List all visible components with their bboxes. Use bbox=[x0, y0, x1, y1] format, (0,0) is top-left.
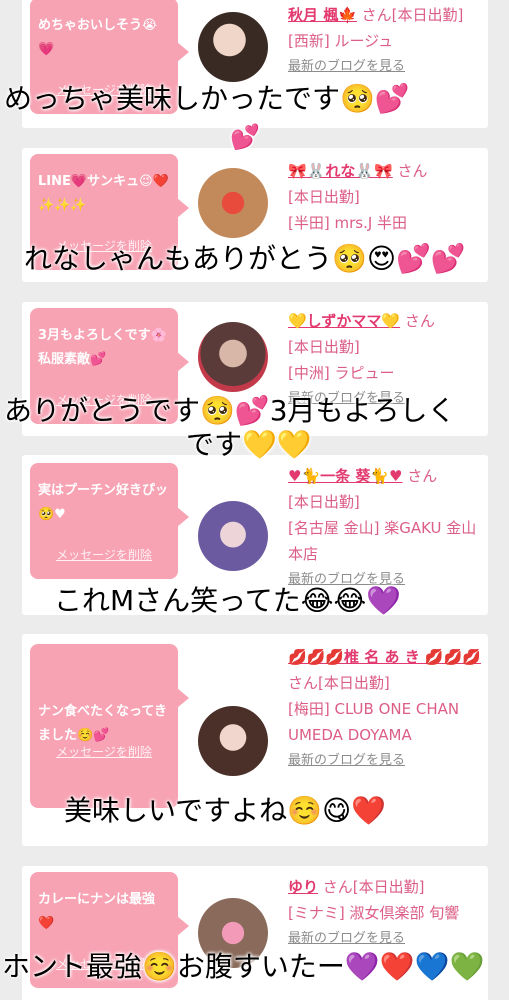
cast-status: さん bbox=[402, 467, 438, 485]
cast-name-link[interactable]: 秋月 楓🍁 bbox=[288, 6, 357, 24]
message-text: LINE💗サンキュ😉❤️✨✨✨ bbox=[38, 174, 169, 213]
blog-link[interactable]: 最新のブログを見る bbox=[288, 54, 484, 80]
avatar[interactable] bbox=[198, 501, 268, 571]
cast-status: さん[本日出勤] bbox=[318, 878, 425, 896]
avatar[interactable] bbox=[198, 168, 268, 238]
caption-2: 💕 bbox=[230, 123, 260, 151]
cast-work-status: [本日出勤] bbox=[288, 188, 360, 206]
caption-5: です💛💛 bbox=[186, 428, 312, 461]
shop-name: [ミナミ] 淑女倶楽部 旬響 bbox=[288, 904, 460, 922]
avatar[interactable] bbox=[198, 706, 268, 776]
cast-info: ♥🐈一条 葵🐈♥ さん [本日出勤] [名古屋 金山] 楽GAKU 金山本店 最… bbox=[288, 463, 484, 593]
message-list-page: めちゃおいしそう😭💗 メッセージを削除 秋月 楓🍁 さん[本日出勤] [西新] … bbox=[0, 0, 509, 1000]
caption-4: ありがとうです🥺💕3月もよろしく bbox=[4, 394, 456, 427]
message-text: 実はプーチン好きぴッ🥺♥ bbox=[38, 483, 169, 522]
caption-6: これMさん笑ってた😂😂💜 bbox=[54, 584, 402, 617]
cast-name-link[interactable]: 🎀🐰れな🐰🎀 bbox=[288, 162, 393, 180]
shop-name: [半田] mrs.J 半田 bbox=[288, 214, 408, 232]
cast-work-status: [本日出勤] bbox=[288, 338, 360, 356]
caption-3: れなしゃんもありがとう🥺😍💕💕 bbox=[24, 242, 466, 275]
cast-status: さん bbox=[400, 312, 435, 330]
cast-status: さん[本日出勤] bbox=[356, 6, 464, 24]
cast-name-link[interactable]: ♥🐈一条 葵🐈♥ bbox=[288, 467, 402, 485]
message-bubble: ナン食べたくなってきました☺️💕 メッセージを削除 bbox=[30, 644, 189, 808]
delete-message-link[interactable]: メッセージを削除 bbox=[30, 740, 178, 764]
cast-info: ゆり さん[本日出勤] [ミナミ] 淑女倶楽部 旬響 最新のブログを見る bbox=[288, 874, 484, 952]
cast-info: 秋月 楓🍁 さん[本日出勤] [西新] ルージュ 最新のブログを見る bbox=[288, 2, 484, 80]
cast-info: 🎀🐰れな🐰🎀 さん [本日出勤] [半田] mrs.J 半田 bbox=[288, 158, 484, 236]
avatar[interactable] bbox=[198, 322, 268, 392]
message-text: カレーにナンは最強❤️ bbox=[38, 892, 156, 931]
cast-name-link[interactable]: 💛しずかママ💛 bbox=[288, 312, 400, 330]
shop-name: [中洲] ラピュー bbox=[288, 364, 395, 382]
avatar[interactable] bbox=[198, 12, 268, 82]
message-text: めちゃおいしそう😭💗 bbox=[38, 18, 158, 57]
cast-work-status: [本日出勤] bbox=[288, 493, 360, 511]
caption-8: ホント最強☺️お腹すいたー💜❤️💙💚 bbox=[2, 950, 485, 983]
cast-name-link[interactable]: ゆり bbox=[288, 878, 318, 896]
message-bubble: 実はプーチン好きぴッ🥺♥ メッセージを削除 bbox=[30, 463, 189, 579]
cast-name-link[interactable]: 💋💋💋椎 名 あ き 💋💋💋 bbox=[288, 648, 481, 666]
cast-status: さん[本日出勤] bbox=[288, 674, 390, 692]
cast-status: さん bbox=[392, 162, 428, 180]
delete-message-link[interactable]: メッセージを削除 bbox=[30, 543, 178, 567]
shop-name: [名古屋 金山] 楽GAKU 金山本店 bbox=[288, 519, 477, 563]
cast-info: 💋💋💋椎 名 あ き 💋💋💋 さん[本日出勤] [梅田] CLUB ONE CH… bbox=[288, 644, 484, 774]
blog-link[interactable]: 最新のブログを見る bbox=[288, 926, 484, 952]
shop-name: [西新] ルージュ bbox=[288, 32, 394, 50]
message-text: 3月もよろしくです🌸私服素敵💕 bbox=[38, 328, 167, 367]
shop-name: [梅田] CLUB ONE CHAN UMEDA DOYAMA bbox=[288, 700, 460, 744]
caption-1: めっちゃ美味しかったです🥺💕 bbox=[4, 82, 410, 115]
blog-link[interactable]: 最新のブログを見る bbox=[288, 748, 484, 774]
caption-7: 美味しいですよね☺️😋❤️ bbox=[64, 794, 387, 827]
